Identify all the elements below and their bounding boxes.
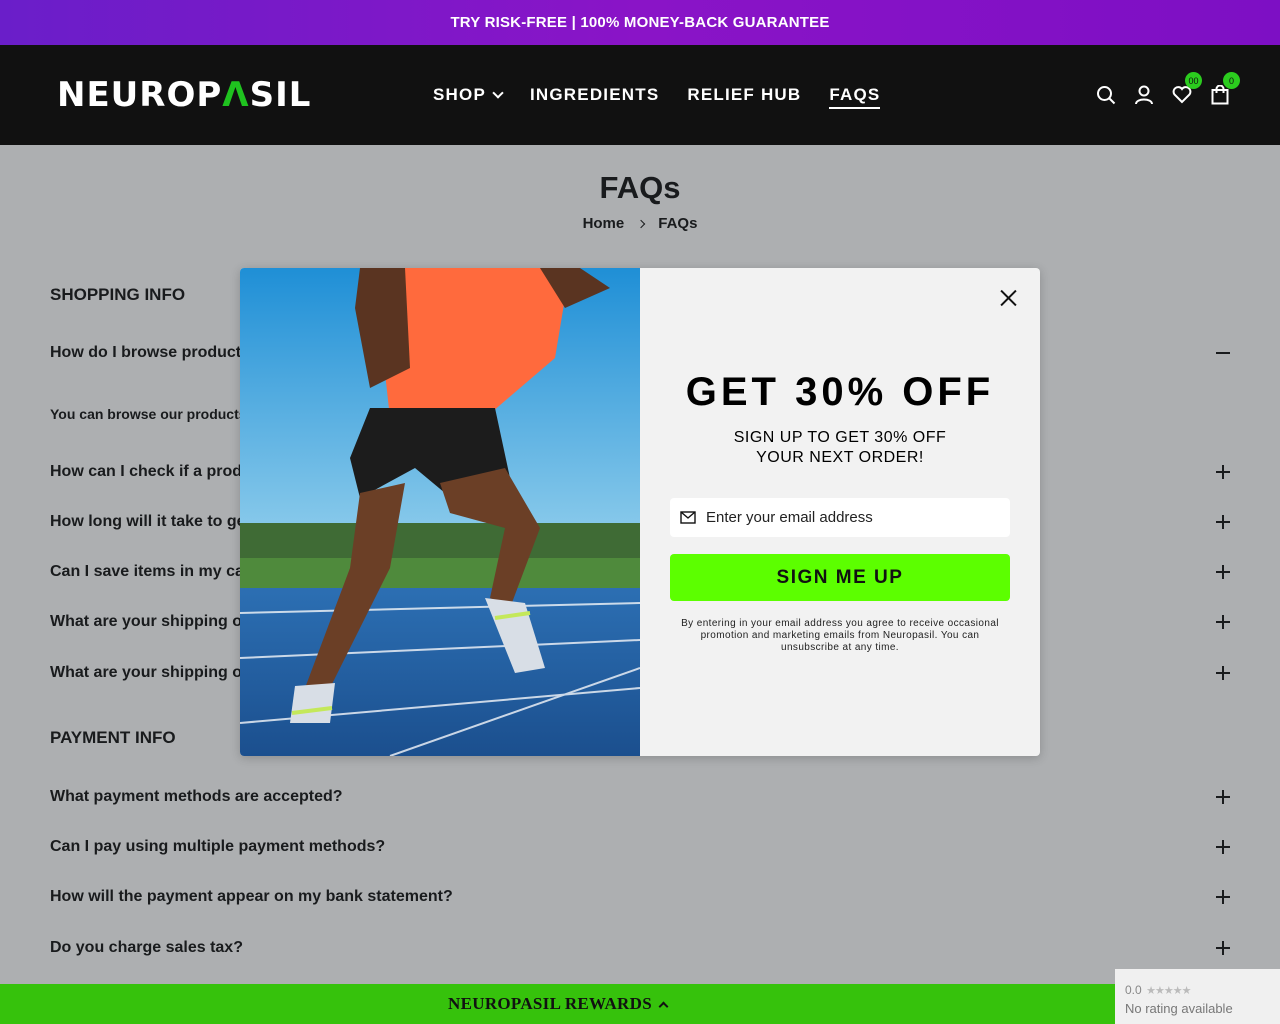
chevron-down-icon [492, 87, 504, 99]
offer-subtitle: SIGN UP TO GET 30% OFF YOUR NEXT ORDER! [733, 429, 947, 466]
chevron-up-icon [658, 1001, 669, 1011]
runner-photo [240, 268, 640, 756]
user-icon[interactable] [1134, 84, 1154, 106]
disclaimer-text: By entering in your email address you ag… [681, 618, 999, 653]
close-icon[interactable] [998, 288, 1018, 308]
rating-text: No rating available [1125, 1001, 1233, 1016]
rewards-launcher[interactable]: NEUROPASIL REWARDS [0, 984, 1115, 1024]
nav-shop[interactable]: SHOP [433, 85, 504, 105]
search-icon[interactable] [1096, 84, 1116, 106]
main-nav: SHOP INGREDIENTS RELIEF HUB FAQS [433, 45, 881, 145]
rating-widget[interactable]: 0.0 ★★★★★ No rating available [1115, 969, 1280, 1024]
site-header: NEUROPΛSIL SHOP INGREDIENTS RELIEF HUB F… [0, 45, 1280, 145]
email-field[interactable] [670, 498, 1010, 537]
nav-ingredients[interactable]: INGREDIENTS [530, 85, 659, 105]
mail-icon [680, 511, 696, 524]
brand-logo[interactable]: NEUROPΛSIL [57, 75, 311, 115]
rating-stars: ★★★★★ [1146, 985, 1191, 997]
rating-score: 0.0 [1125, 983, 1142, 997]
rewards-label: NEUROPASIL REWARDS [448, 994, 652, 1013]
heart-icon[interactable]: 00 [1172, 72, 1202, 106]
email-input[interactable] [706, 509, 986, 526]
discount-popup: GET 30% OFF SIGN UP TO GET 30% OFF YOUR … [240, 268, 1040, 756]
nav-relief-hub[interactable]: RELIEF HUB [687, 85, 801, 105]
signup-form: GET 30% OFF SIGN UP TO GET 30% OFF YOUR … [640, 268, 1040, 756]
announcement-bar: TRY RISK-FREE | 100% MONEY-BACK GUARANTE… [0, 0, 1280, 45]
wishlist-count-badge: 00 [1185, 72, 1202, 89]
header-actions: 00 0 [1096, 45, 1240, 145]
nav-faqs[interactable]: FAQS [829, 85, 881, 109]
offer-title: GET 30% OFF [685, 370, 995, 414]
announcement-text: TRY RISK-FREE | 100% MONEY-BACK GUARANTE… [450, 14, 830, 31]
sign-me-up-button[interactable]: SIGN ME UP [670, 554, 1010, 601]
bag-icon[interactable]: 0 [1210, 72, 1240, 106]
cart-count-badge: 0 [1223, 72, 1240, 89]
